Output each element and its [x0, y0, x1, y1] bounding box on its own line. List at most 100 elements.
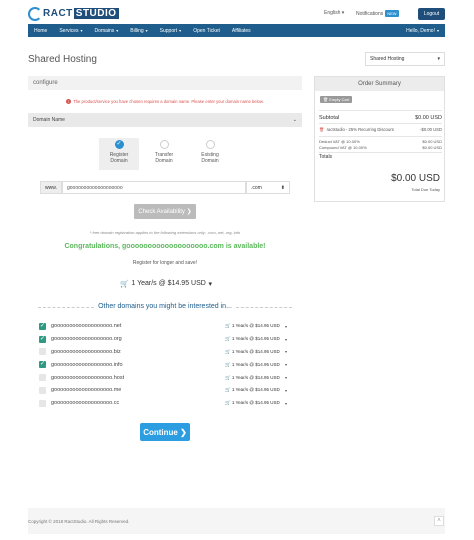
divider — [319, 152, 442, 153]
warning-icon: ! — [66, 99, 72, 104]
cart-icon: 🛒 — [120, 280, 129, 288]
suggestion-list: ✓ gooooooooooooooooooo.net 🛒 1 Year/s @ $1… — [39, 320, 291, 410]
chevron-down-icon: ▾ — [116, 28, 119, 33]
page-title: Shared Hosting — [28, 54, 97, 65]
availability-message: Congratulations, gooooooooooooooooooo.co… — [64, 243, 266, 250]
order-summary: Order Summary 🗑 Empty Cart Subtotal $0.00… — [314, 76, 445, 202]
domain-input[interactable]: gooooooooooooooooooo — [62, 181, 246, 194]
checkbox[interactable] — [39, 386, 46, 394]
checkbox[interactable] — [39, 374, 46, 382]
list-item: gooooooooooooooooooo.biz 🛒 1 Year/s @ $14… — [39, 346, 291, 359]
checkbox[interactable]: ✓ — [39, 361, 46, 369]
notifications[interactable]: Notifications NEW — [356, 10, 399, 17]
check-availability-button[interactable]: Check Availability ❯ — [134, 204, 196, 219]
chevron-up-icon: ˄ — [437, 518, 441, 524]
chevron-down-icon: ▾ — [285, 362, 288, 368]
divider — [319, 136, 442, 137]
chevron-down-icon: ▾ — [285, 336, 288, 342]
price-select[interactable]: 🛒 1 Year/s @ $14.95 USD — [225, 362, 280, 368]
divider — [319, 110, 442, 111]
chevron-down-icon: ▾ — [285, 387, 288, 393]
price-select[interactable]: 🛒 1 Year/s @ $14.95 USD — [225, 349, 280, 355]
list-item: ✓ gooooooooooooooooooo.net 🛒 1 Year/s @ $1… — [39, 322, 288, 330]
domain-required-alert: ! The product/service you have chosen req… — [66, 99, 264, 104]
domain-name-section[interactable]: Domain Name ⌄ — [28, 113, 302, 127]
price-select[interactable]: 🛒 1 Year/s @ $14.95 USD — [225, 375, 280, 381]
chevron-down-icon: ▾ — [145, 28, 148, 33]
tld-select[interactable]: .com ⬍ — [246, 181, 290, 194]
cart-icon: 🛒 — [225, 400, 231, 406]
price-select[interactable]: 🛒 1 Year/s @ $14.95 USD — [225, 323, 280, 329]
logo[interactable]: RACT STUDIO — [28, 6, 119, 21]
list-item: ✓ gooooooooooooooooooo.info 🛒 1 Year/s @ $… — [39, 361, 288, 369]
domain-options: ✓ Register Domain Transfer Domain Existi… — [28, 138, 302, 170]
free-domain-note: * free domain registration applies to th… — [89, 230, 241, 235]
user-menu[interactable]: Hello, Demo! ▾ — [400, 24, 445, 37]
product-select[interactable]: Shared Hosting ▾ — [365, 52, 445, 66]
nav-billing[interactable]: Billing ▾ — [124, 24, 153, 37]
nav-home[interactable]: Home — [28, 24, 53, 37]
list-item: gooooooooooooooooooo.me 🛒 1 Year/s @ $14.… — [39, 384, 291, 397]
option-existing-domain[interactable]: Existing Domain — [190, 140, 230, 164]
cart-icon: 🛒 — [225, 374, 231, 380]
top-bar: RACT STUDIO English ▾ Notifications NEW Lo… — [0, 0, 474, 24]
list-item: gooooooooooooooooooo.cc 🛒 1 Year/s @ $14.… — [39, 397, 291, 410]
nav-affiliates[interactable]: Affiliates — [226, 24, 257, 37]
cart-icon: 🛒 — [225, 387, 231, 393]
chevron-down-icon: ▾ — [285, 323, 288, 329]
checkbox[interactable]: ✓ — [39, 322, 46, 330]
chevron-down-icon: ▾ — [285, 349, 288, 355]
option-register-domain[interactable]: ✓ Register Domain — [99, 138, 139, 170]
chevron-down-icon: ▾ — [179, 28, 182, 33]
logo-text-b: STUDIO — [73, 7, 119, 19]
chevron-down-icon: ▾ — [285, 375, 288, 381]
option-transfer-domain[interactable]: Transfer Domain — [144, 140, 184, 164]
register-longer-text: Register for longer and save! — [132, 260, 198, 266]
divider — [319, 123, 442, 124]
configure-header: configure — [28, 76, 302, 90]
new-badge: NEW — [385, 10, 399, 17]
cart-icon: 🛒 — [225, 348, 231, 354]
cart-icon: 🛒 — [225, 361, 231, 367]
check-icon: ✓ — [114, 140, 124, 149]
continue-button[interactable]: Continue ❯ — [140, 423, 190, 441]
language-selector[interactable]: English ▾ — [324, 10, 344, 16]
remove-icon[interactable]: 🗑 — [319, 127, 324, 132]
total-due-label: Total Due Today — [411, 187, 440, 192]
chevron-down-icon: ▾ — [437, 56, 440, 62]
period-price-select[interactable]: 🛒 1 Year/s @ $14.95 USD ▾ — [120, 278, 212, 289]
www-prefix: www. — [40, 181, 62, 194]
radio-icon — [159, 140, 169, 149]
radio-icon — [205, 140, 215, 149]
domain-search-row: www. gooooooooooooooooooo .com ⬍ — [40, 181, 290, 194]
nav-support[interactable]: Support ▾ — [154, 24, 188, 37]
chevron-down-icon: ▾ — [80, 28, 83, 33]
checkbox[interactable] — [39, 399, 46, 407]
footer: Copyright © 2018 RactStudio. All Rights … — [28, 508, 445, 534]
scroll-top-button[interactable]: ˄ — [434, 516, 444, 526]
price-select[interactable]: 🛒 1 Year/s @ $14.95 USD — [225, 336, 280, 342]
price-select[interactable]: 🛒 1 Year/s @ $14.95 USD — [225, 387, 280, 393]
trash-icon: 🗑 — [323, 97, 329, 102]
logout-button[interactable]: Logout — [418, 8, 445, 20]
cart-icon: 🛒 — [225, 323, 231, 329]
checkbox[interactable] — [39, 348, 46, 356]
copyright: Copyright © 2018 RactStudio. All Rights … — [28, 518, 130, 524]
chevron-down-icon: ▾ — [285, 400, 288, 406]
discount-row: 🗑 ractstudio - 25% Recurring Discount -$0… — [319, 127, 442, 132]
totals-label: Totals — [319, 154, 333, 160]
checkbox[interactable]: ✓ — [39, 335, 46, 343]
price-select[interactable]: 🛒 1 Year/s @ $14.95 USD — [225, 400, 280, 406]
nav-open-ticket[interactable]: Open Ticket — [187, 24, 226, 37]
other-domains-title: Other domains you might be interested in… — [38, 303, 292, 310]
total-amount: $0.00 USD — [391, 173, 440, 184]
chevron-down-icon: ▾ — [208, 280, 212, 288]
nav-domains[interactable]: Domains ▾ — [89, 24, 125, 37]
chevron-down-icon: ⬍ — [280, 184, 285, 191]
main-nav: Home Services ▾ Domains ▾ Billing ▾ Support… — [28, 24, 445, 37]
nav-services[interactable]: Services ▾ — [53, 24, 88, 37]
empty-cart-button[interactable]: 🗑 Empty Cart — [320, 96, 353, 103]
cart-icon: 🛒 — [225, 336, 231, 342]
logo-icon — [28, 7, 42, 21]
chevron-down-icon: ⌄ — [292, 117, 297, 123]
